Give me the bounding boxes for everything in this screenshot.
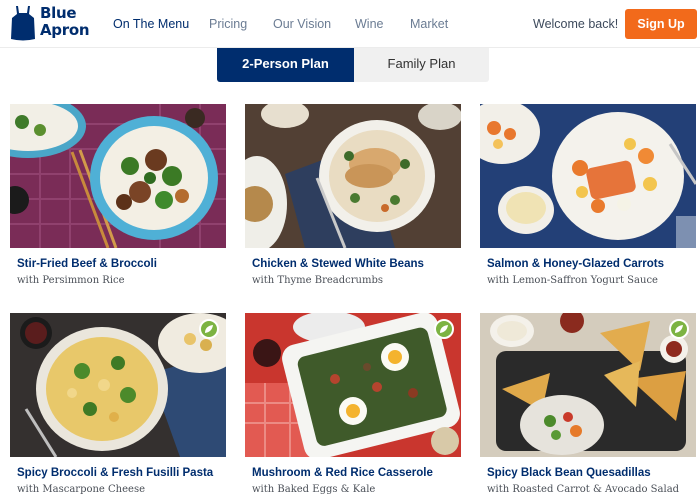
sign-up-button[interactable]: Sign Up xyxy=(625,9,697,39)
recipe-photo[interactable] xyxy=(245,104,461,248)
leaf-icon xyxy=(205,325,213,333)
nav-pricing[interactable]: Pricing xyxy=(209,17,247,31)
recipe-photo[interactable] xyxy=(480,104,696,248)
nav-wine[interactable]: Wine xyxy=(355,17,383,31)
recipe-subtitle: with Baked Eggs & Kale xyxy=(252,484,376,495)
recipe-title[interactable]: Salmon & Honey-Glazed Carrots xyxy=(487,258,664,270)
salmon-carrots-photo xyxy=(480,104,696,248)
tab-family-plan[interactable]: Family Plan xyxy=(354,48,489,82)
recipe-subtitle: with Mascarpone Cheese xyxy=(17,484,146,495)
broccoli-fusilli-photo xyxy=(10,313,226,457)
recipe-title[interactable]: Stir-Fried Beef & Broccoli xyxy=(17,258,157,270)
recipe-title[interactable]: Spicy Broccoli & Fresh Fusilli Pasta xyxy=(17,467,213,479)
blue-apron-logo[interactable]: Blue Apron xyxy=(10,4,90,41)
recipe-subtitle: with Roasted Carrot & Avocado Salad xyxy=(487,484,680,495)
logo-line-1: Blue xyxy=(40,4,77,22)
nav-our-vision[interactable]: Our Vision xyxy=(273,17,331,31)
recipe-title[interactable]: Chicken & Stewed White Beans xyxy=(252,258,424,270)
recipe-photo[interactable] xyxy=(10,104,226,248)
beef-broccoli-photo xyxy=(10,104,226,248)
tab-2-person-plan[interactable]: 2-Person Plan xyxy=(217,48,354,82)
leaf-icon xyxy=(440,325,448,333)
nav-on-the-menu[interactable]: On The Menu xyxy=(113,17,189,31)
welcome-text: Welcome back! xyxy=(533,17,619,31)
recipe-title[interactable]: Spicy Black Bean Quesadillas xyxy=(487,467,651,479)
quesadillas-photo xyxy=(480,313,696,457)
nav-market[interactable]: Market xyxy=(410,17,448,31)
mushroom-casserole-photo xyxy=(245,313,461,457)
apron-icon xyxy=(11,6,35,41)
recipe-title[interactable]: Mushroom & Red Rice Casserole xyxy=(252,467,433,479)
recipe-subtitle: with Lemon-Saffron Yogurt Sauce xyxy=(487,275,658,286)
recipe-subtitle: with Persimmon Rice xyxy=(17,275,125,286)
recipe-subtitle: with Thyme Breadcrumbs xyxy=(252,275,383,286)
vegetarian-badge xyxy=(199,319,219,339)
site-header: Blue Apron On The Menu Pricing Our Visio… xyxy=(0,0,700,48)
chicken-beans-photo xyxy=(245,104,461,248)
recipe-photo[interactable] xyxy=(480,313,696,457)
logo-wordmark: Blue Apron xyxy=(40,4,90,39)
logo-line-2: Apron xyxy=(40,21,90,39)
recipe-photo[interactable] xyxy=(10,313,226,457)
leaf-icon xyxy=(675,325,683,333)
recipe-photo[interactable] xyxy=(245,313,461,457)
vegetarian-badge xyxy=(669,319,689,339)
vegetarian-badge xyxy=(434,319,454,339)
